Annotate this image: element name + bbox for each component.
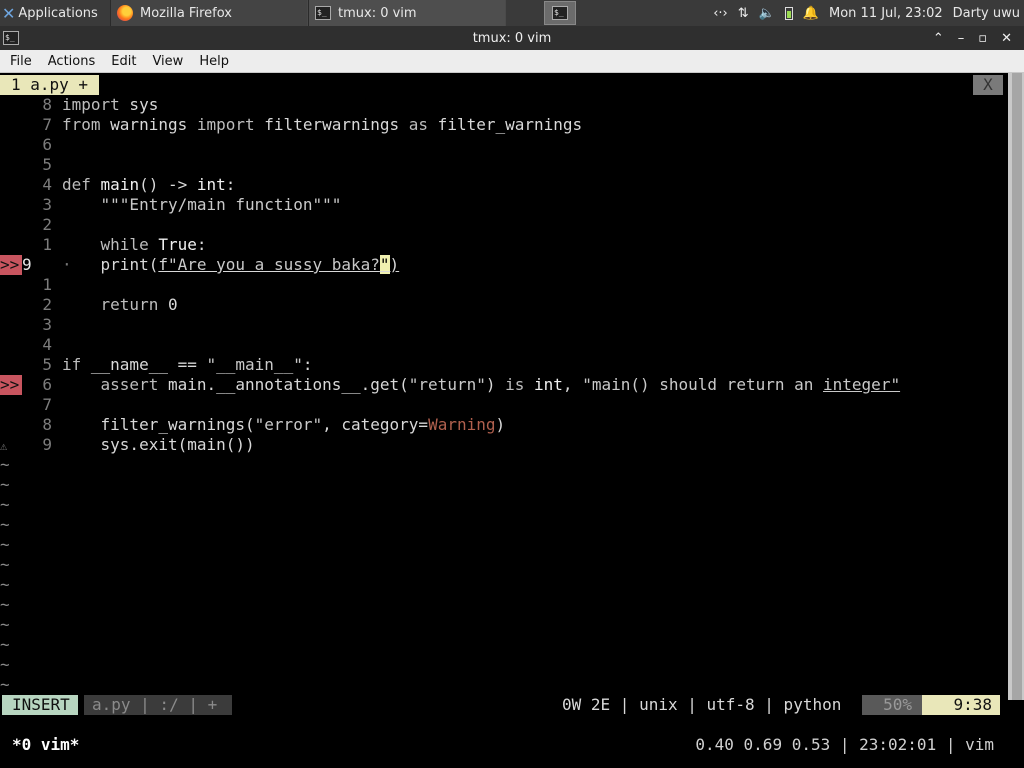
code-line: 8 filter_warnings("error", category=Warn… <box>42 415 506 434</box>
firefox-icon <box>117 5 133 21</box>
code-line: 3 """Entry/main function""" <box>42 195 342 214</box>
code-line: 1 <box>42 275 52 294</box>
vim-file-details: 0W 2E | unix | utf-8 | python <box>562 695 842 714</box>
error-sign-icon: >> <box>0 375 22 395</box>
text-cursor: " <box>379 255 390 274</box>
close-icon[interactable]: ✕ <box>1001 31 1012 46</box>
taskbar-terminal-label: tmux: 0 vim <box>338 5 417 21</box>
code-line: >> 6 assert main.__annotations__.get("ret… <box>0 375 901 395</box>
empty-line-tilde: ~ <box>0 495 10 514</box>
warning-sign-icon: ⚠ <box>0 439 8 453</box>
network-icon[interactable]: ‹·› <box>713 6 728 21</box>
menu-help[interactable]: Help <box>189 54 235 69</box>
window-titlebar[interactable]: $_ tmux: 0 vim ⌃ – ▫ ✕ <box>0 26 1024 50</box>
taskbar-firefox[interactable]: Mozilla Firefox <box>110 0 308 26</box>
tmux-status-right: 0.40 0.69 0.53 | 23:02:01 | vim <box>695 735 994 754</box>
system-tray: ‹·› ⇅ 🔈 🔔 Mon 11 Jul, 23:02 Darty uwu <box>713 6 1024 21</box>
menu-edit[interactable]: Edit <box>101 54 142 69</box>
menu-view[interactable]: View <box>142 54 189 69</box>
battery-icon[interactable] <box>784 6 793 20</box>
workspace-switcher[interactable]: $_ <box>544 1 576 25</box>
code-line: 5 <box>42 155 52 174</box>
empty-line-tilde: ~ <box>0 655 10 674</box>
code-line-current: >> 9 · print(f"Are you a sussy baka?") <box>0 255 400 275</box>
user-menu[interactable]: Darty uwu <box>953 6 1020 21</box>
code-line: 8 import sys <box>42 95 159 114</box>
vim-tab[interactable]: 1 a.py + <box>0 75 100 95</box>
maximize-up-icon[interactable]: ⌃ <box>933 31 944 46</box>
empty-line-tilde: ~ <box>0 615 10 634</box>
vim-file-info: a.py | :/ | + <box>84 695 232 715</box>
terminal-icon: $_ <box>315 6 331 20</box>
vim-statusline: INSERT a.py | :/ | + 0W 2E | unix | utf-… <box>0 695 1008 715</box>
window-menu-icon[interactable]: $_ <box>3 31 19 45</box>
taskbar-firefox-label: Mozilla Firefox <box>140 5 232 21</box>
code-line: 2 return 0 <box>42 295 178 314</box>
empty-line-tilde: ~ <box>0 475 10 494</box>
menu-file[interactable]: File <box>0 54 38 69</box>
empty-line-tilde: ~ <box>0 675 10 694</box>
code-line: 2 <box>42 215 52 234</box>
window-title: tmux: 0 vim <box>472 30 552 46</box>
vim-mode-indicator: INSERT <box>2 695 78 715</box>
empty-line-tilde: ~ <box>0 455 10 474</box>
taskbar-terminal[interactable]: $_ tmux: 0 vim <box>308 0 506 26</box>
applications-menu-button[interactable]: ✕ Applications <box>0 0 110 26</box>
vim-tab-close-button[interactable]: X <box>973 75 1003 95</box>
menubar: File Actions Edit View Help <box>0 50 1024 73</box>
minimize-icon[interactable]: – <box>958 31 965 46</box>
tmux-window-indicator[interactable]: *0 vim* <box>12 735 79 755</box>
xfce-logo-icon: ✕ <box>2 3 16 23</box>
code-line: 3 <box>42 315 52 334</box>
terminal-icon: $_ <box>552 6 568 20</box>
code-line: ⚠ 9 sys.exit(main()) <box>0 435 255 454</box>
notifications-bell-icon[interactable]: 🔔 <box>803 6 819 21</box>
code-line: 4 <box>42 335 52 354</box>
empty-line-tilde: ~ <box>0 515 10 534</box>
empty-line-tilde: ~ <box>0 575 10 594</box>
applications-label: Applications <box>18 5 98 21</box>
empty-line-tilde: ~ <box>0 595 10 614</box>
restore-icon[interactable]: ▫ <box>978 31 987 46</box>
volume-icon[interactable]: 🔈 <box>759 6 775 21</box>
clock[interactable]: Mon 11 Jul, 23:02 <box>829 6 943 21</box>
code-line: 5 if __name__ == "__main__": <box>42 355 313 374</box>
empty-line-tilde: ~ <box>0 535 10 554</box>
vim-cursor-position: 9:38 <box>922 695 1000 715</box>
empty-line-tilde: ~ <box>0 635 10 654</box>
top-panel: ✕ Applications Mozilla Firefox $_ tmux: … <box>0 0 1024 26</box>
tmux-statusbar: *0 vim* 0.40 0.69 0.53 | 23:02:01 | vim <box>0 735 1008 755</box>
code-line: 6 <box>42 135 52 154</box>
code-line: 1 while True: <box>42 235 207 254</box>
code-line: 4 def main() -> int: <box>42 175 236 194</box>
code-line: 7 from warnings import filterwarnings as … <box>42 115 583 134</box>
error-sign-icon: >> <box>0 255 22 275</box>
terminal-area[interactable]: 1 a.py + X 8 import sys 7 from warnings im… <box>0 73 1024 768</box>
scrollbar-thumb[interactable] <box>1012 73 1022 700</box>
vim-scroll-percent: 50% <box>862 695 922 715</box>
vim-tabline: 1 a.py + <box>0 75 100 95</box>
network-transfer-icon[interactable]: ⇅ <box>738 6 749 21</box>
menu-actions[interactable]: Actions <box>38 54 102 69</box>
empty-line-tilde: ~ <box>0 555 10 574</box>
code-line: 7 <box>42 395 52 414</box>
